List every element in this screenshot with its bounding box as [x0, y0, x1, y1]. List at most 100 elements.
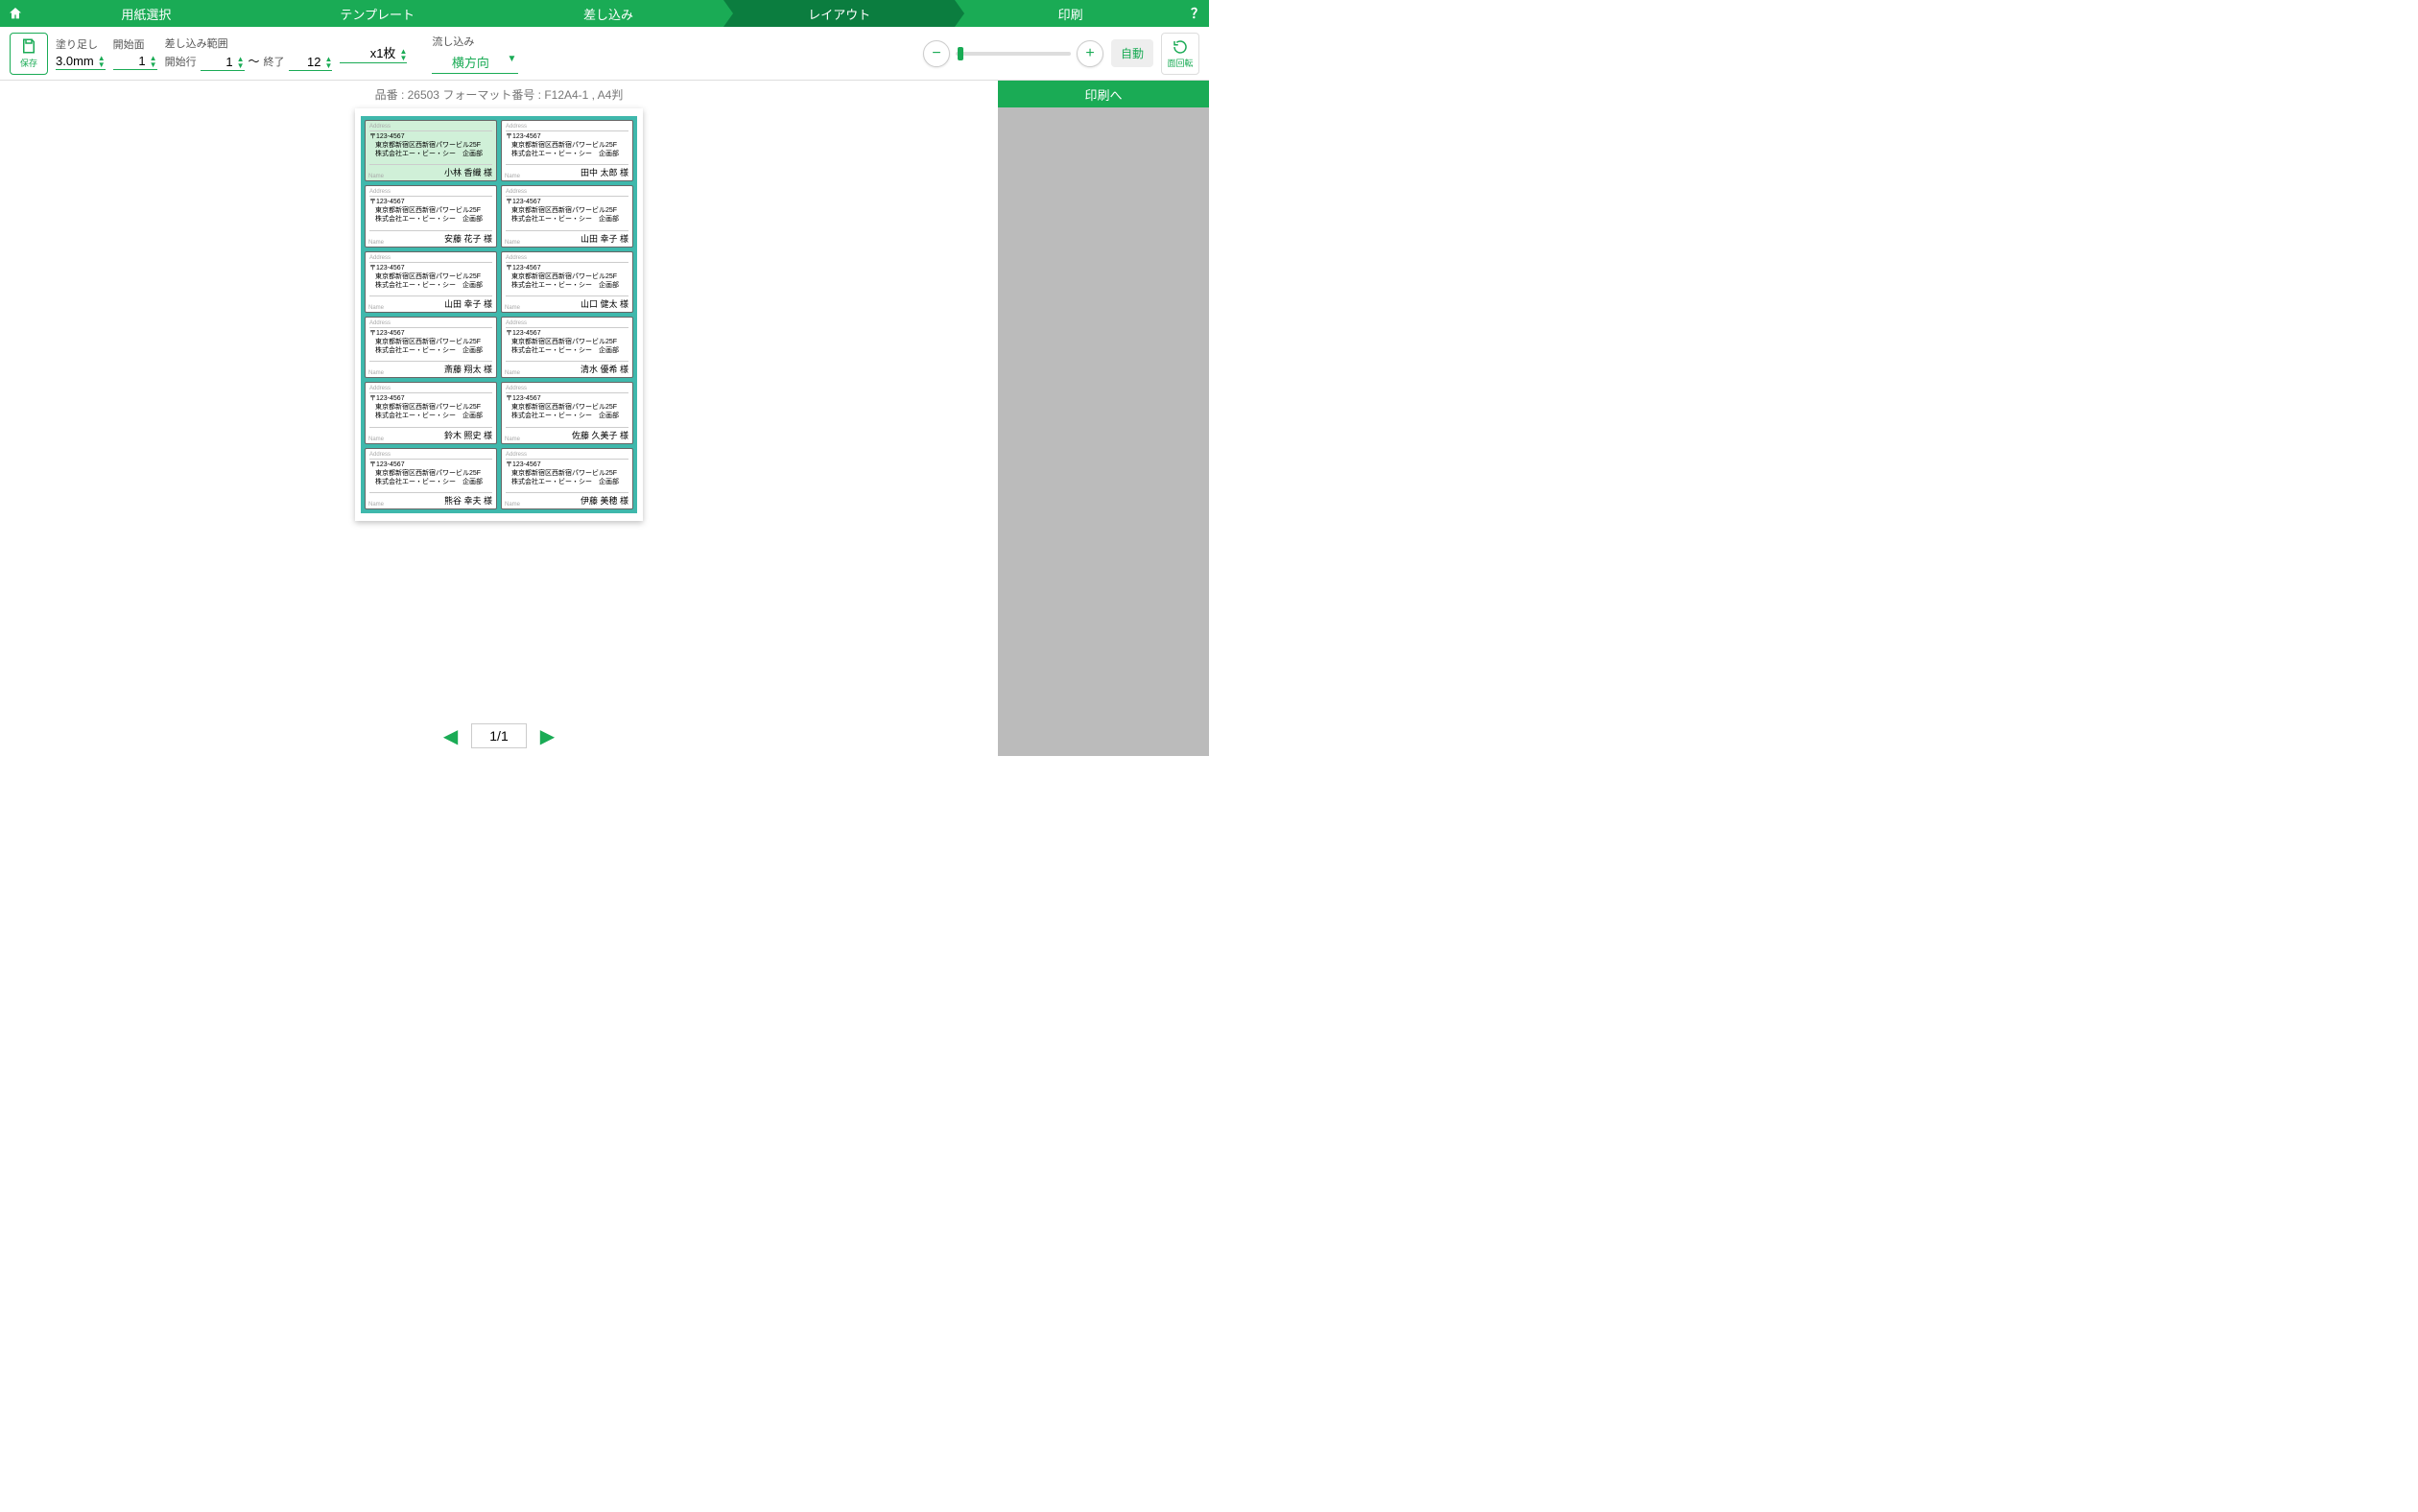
save-label: 保存 [20, 57, 37, 69]
nav-step-0[interactable]: 用紙選択 [31, 0, 262, 27]
label-addr: 東京都新宿区西新宿パワービル25F株式会社エー・ビー・シー 企画部 [369, 141, 492, 158]
label-card[interactable]: Address〒123-4567東京都新宿区西新宿パワービル25F株式会社エー・… [365, 317, 497, 378]
nav-step-4[interactable]: 印刷 [955, 0, 1186, 27]
label-zip: 〒123-4567 [506, 460, 628, 469]
flow-select[interactable]: 横方向 [432, 51, 518, 74]
stepper-icon[interactable]: ▲▼ [325, 56, 333, 69]
save-icon [20, 37, 37, 55]
right-panel: 印刷へ [998, 81, 1209, 756]
label-card[interactable]: Address〒123-4567東京都新宿区西新宿パワービル25F株式会社エー・… [365, 120, 497, 181]
label-zip: 〒123-4567 [369, 328, 492, 338]
label-addr: 東京都新宿区西新宿パワービル25F株式会社エー・ビー・シー 企画部 [506, 338, 628, 355]
label-card[interactable]: Address〒123-4567東京都新宿区西新宿パワービル25F株式会社エー・… [501, 120, 633, 181]
address-header: Address [369, 123, 492, 131]
name-header: Name [368, 437, 384, 442]
name-header: Name [505, 305, 520, 311]
startface-field[interactable]: 1 ▲▼ [113, 54, 157, 70]
label-card[interactable]: Address〒123-4567東京都新宿区西新宿パワービル25F株式会社エー・… [365, 382, 497, 443]
label-card[interactable]: Address〒123-4567東京都新宿区西新宿パワービル25F株式会社エー・… [365, 448, 497, 509]
label-zip: 〒123-4567 [506, 328, 628, 338]
address-header: Address [506, 385, 628, 393]
address-header: Address [369, 254, 492, 263]
label-addr: 東京都新宿区西新宿パワービル25F株式会社エー・ビー・シー 企画部 [369, 403, 492, 420]
label-name: 熊谷 幸夫 様 [369, 492, 492, 507]
format-info: 品番 : 26503 フォーマット番号 : F12A4-1 , A4判 [0, 81, 998, 108]
address-header: Address [369, 188, 492, 197]
home-icon [8, 6, 23, 21]
paper-preview[interactable]: Address〒123-4567東京都新宿区西新宿パワービル25F株式会社エー・… [355, 108, 643, 521]
name-header: Name [505, 240, 520, 246]
rotate-icon [1172, 38, 1189, 56]
label-name: 山田 幸子 様 [369, 295, 492, 310]
range-tilde: 〜 [245, 53, 264, 71]
startface-label: 開始面 [113, 36, 157, 54]
save-button[interactable]: 保存 [10, 33, 48, 75]
home-button[interactable] [0, 0, 31, 27]
nav-step-3[interactable]: レイアウト [723, 0, 955, 27]
rotate-button[interactable]: 面回転 [1161, 33, 1199, 75]
nav-step-1[interactable]: テンプレート [262, 0, 493, 27]
bleed-field[interactable]: 3.0mm ▲▼ [56, 54, 106, 70]
name-header: Name [505, 502, 520, 508]
label-zip: 〒123-4567 [369, 263, 492, 272]
stepper-icon[interactable]: ▲▼ [150, 55, 157, 68]
merge-start-label: 開始行 [165, 54, 201, 71]
label-addr: 東京都新宿区西新宿パワービル25F株式会社エー・ビー・シー 企画部 [506, 206, 628, 224]
label-card[interactable]: Address〒123-4567東京都新宿区西新宿パワービル25F株式会社エー・… [501, 251, 633, 313]
label-name: 清水 優希 様 [506, 361, 628, 375]
page-prev-button[interactable]: ◀ [443, 724, 458, 748]
top-nav: 用紙選択テンプレート差し込みレイアウト印刷 ？ [0, 0, 1209, 27]
pager: ◀ 1/1 ▶ [0, 723, 998, 748]
page-indicator: 1/1 [471, 723, 526, 748]
label-zip: 〒123-4567 [369, 197, 492, 206]
address-header: Address [506, 188, 628, 197]
label-zip: 〒123-4567 [506, 197, 628, 206]
label-addr: 東京都新宿区西新宿パワービル25F株式会社エー・ビー・シー 企画部 [369, 272, 492, 290]
name-header: Name [368, 502, 384, 508]
print-button[interactable]: 印刷へ [998, 81, 1209, 107]
label-zip: 〒123-4567 [506, 263, 628, 272]
label-name: 小林 香織 様 [369, 164, 492, 178]
stepper-icon[interactable]: ▲▼ [399, 48, 407, 61]
label-card[interactable]: Address〒123-4567東京都新宿区西新宿パワービル25F株式会社エー・… [501, 317, 633, 378]
label-addr: 東京都新宿区西新宿パワービル25F株式会社エー・ビー・シー 企画部 [506, 272, 628, 290]
address-header: Address [369, 319, 492, 328]
label-addr: 東京都新宿区西新宿パワービル25F株式会社エー・ビー・シー 企画部 [369, 338, 492, 355]
label-card[interactable]: Address〒123-4567東京都新宿区西新宿パワービル25F株式会社エー・… [501, 448, 633, 509]
stepper-icon[interactable]: ▲▼ [98, 55, 106, 68]
label-addr: 東京都新宿区西新宿パワービル25F株式会社エー・ビー・シー 企画部 [506, 141, 628, 158]
copies-field[interactable]: x1枚 ▲▼ [340, 43, 407, 63]
label-addr: 東京都新宿区西新宿パワービル25F株式会社エー・ビー・シー 企画部 [506, 403, 628, 420]
name-header: Name [368, 174, 384, 179]
name-header: Name [368, 305, 384, 311]
label-name: 斎藤 翔太 様 [369, 361, 492, 375]
label-addr: 東京都新宿区西新宿パワービル25F株式会社エー・ビー・シー 企画部 [369, 206, 492, 224]
label-card[interactable]: Address〒123-4567東京都新宿区西新宿パワービル25F株式会社エー・… [501, 185, 633, 247]
label-addr: 東京都新宿区西新宿パワービル25F株式会社エー・ビー・シー 企画部 [506, 469, 628, 486]
canvas-area[interactable]: 品番 : 26503 フォーマット番号 : F12A4-1 , A4判 Addr… [0, 81, 998, 756]
page-next-button[interactable]: ▶ [540, 724, 555, 748]
nav-step-2[interactable]: 差し込み [493, 0, 724, 27]
zoom-slider[interactable] [956, 52, 1071, 56]
name-header: Name [505, 174, 520, 179]
label-card[interactable]: Address〒123-4567東京都新宿区西新宿パワービル25F株式会社エー・… [501, 382, 633, 443]
stepper-icon[interactable]: ▲▼ [237, 56, 245, 69]
help-button[interactable]: ？ [1186, 0, 1209, 27]
merge-end-field[interactable]: 12 ▲▼ [289, 55, 333, 71]
label-card[interactable]: Address〒123-4567東京都新宿区西新宿パワービル25F株式会社エー・… [365, 251, 497, 313]
address-header: Address [369, 385, 492, 393]
label-name: 田中 太郎 様 [506, 164, 628, 178]
label-card[interactable]: Address〒123-4567東京都新宿区西新宿パワービル25F株式会社エー・… [365, 185, 497, 247]
zoom-auto-button[interactable]: 自動 [1111, 39, 1153, 67]
label-name: 鈴木 照史 様 [369, 427, 492, 441]
label-name: 山田 幸子 様 [506, 230, 628, 245]
name-header: Name [368, 370, 384, 376]
address-header: Address [506, 254, 628, 263]
merge-label: 差し込み範囲 [165, 35, 333, 53]
address-header: Address [369, 451, 492, 460]
zoom-out-button[interactable]: − [923, 40, 950, 67]
label-name: 山口 健太 様 [506, 295, 628, 310]
zoom-in-button[interactable]: + [1077, 40, 1103, 67]
bleed-label: 塗り足し [56, 36, 106, 54]
merge-start-field[interactable]: 1 ▲▼ [201, 55, 245, 71]
